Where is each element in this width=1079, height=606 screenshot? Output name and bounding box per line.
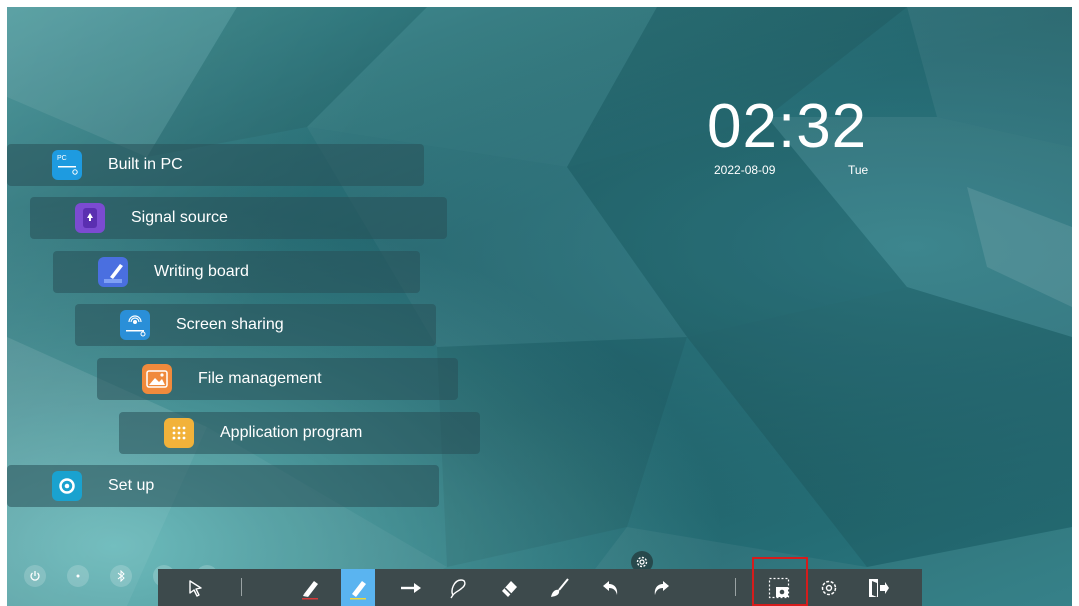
writing-board-icon [98, 257, 128, 287]
settings-icon[interactable] [814, 569, 844, 606]
clock-date: 2022-08-09 [714, 163, 776, 177]
eraser-icon[interactable] [494, 569, 524, 606]
menu-screen-sharing[interactable]: Screen sharing [75, 304, 436, 346]
set-up-icon [52, 471, 82, 501]
clock-time: 02:32 [707, 92, 868, 161]
exit-icon[interactable] [861, 569, 895, 606]
redo-icon[interactable] [646, 569, 676, 606]
select-icon[interactable] [182, 569, 210, 606]
bluetooth-icon[interactable] [110, 565, 132, 587]
highlighter-icon[interactable] [341, 569, 375, 606]
toolbar-separator [241, 578, 242, 596]
menu-writing-board[interactable]: Writing board [53, 251, 420, 293]
pen-icon[interactable] [294, 569, 326, 606]
menu-label-built-in-pc: Built in PC [108, 156, 183, 173]
application-program-icon [164, 418, 194, 448]
toolbar-separator [735, 578, 736, 596]
screenshot-highlight-box [752, 557, 808, 606]
clear-brush-icon[interactable] [544, 569, 574, 606]
dot-icon[interactable] [67, 565, 89, 587]
undo-icon[interactable] [596, 569, 626, 606]
screen-sharing-icon [120, 310, 150, 340]
menu-label-file-management: File management [198, 370, 322, 387]
file-management-icon [142, 364, 172, 394]
menu-application-program[interactable]: Application program [119, 412, 480, 454]
lasso-icon[interactable] [443, 569, 473, 606]
menu-signal-source[interactable]: Signal source [30, 197, 447, 239]
menu-set-up[interactable]: Set up [7, 465, 439, 507]
pc-icon: PC [52, 150, 82, 180]
power-icon[interactable] [24, 565, 46, 587]
menu-label-writing-board: Writing board [154, 263, 249, 280]
menu-label-set-up: Set up [108, 477, 155, 494]
signal-source-icon [75, 203, 105, 233]
arrow-icon[interactable] [396, 569, 426, 606]
menu-label-application-program: Application program [220, 424, 363, 441]
menu-built-in-pc[interactable]: PC Built in PC [7, 144, 424, 186]
desktop-background: 02:32 2022-08-09 Tue PC Built in PC Sign… [7, 7, 1072, 606]
clock-weekday: Tue [848, 163, 869, 177]
menu-label-signal-source: Signal source [131, 209, 228, 226]
menu-label-screen-sharing: Screen sharing [176, 316, 284, 333]
menu-file-management[interactable]: File management [97, 358, 458, 400]
